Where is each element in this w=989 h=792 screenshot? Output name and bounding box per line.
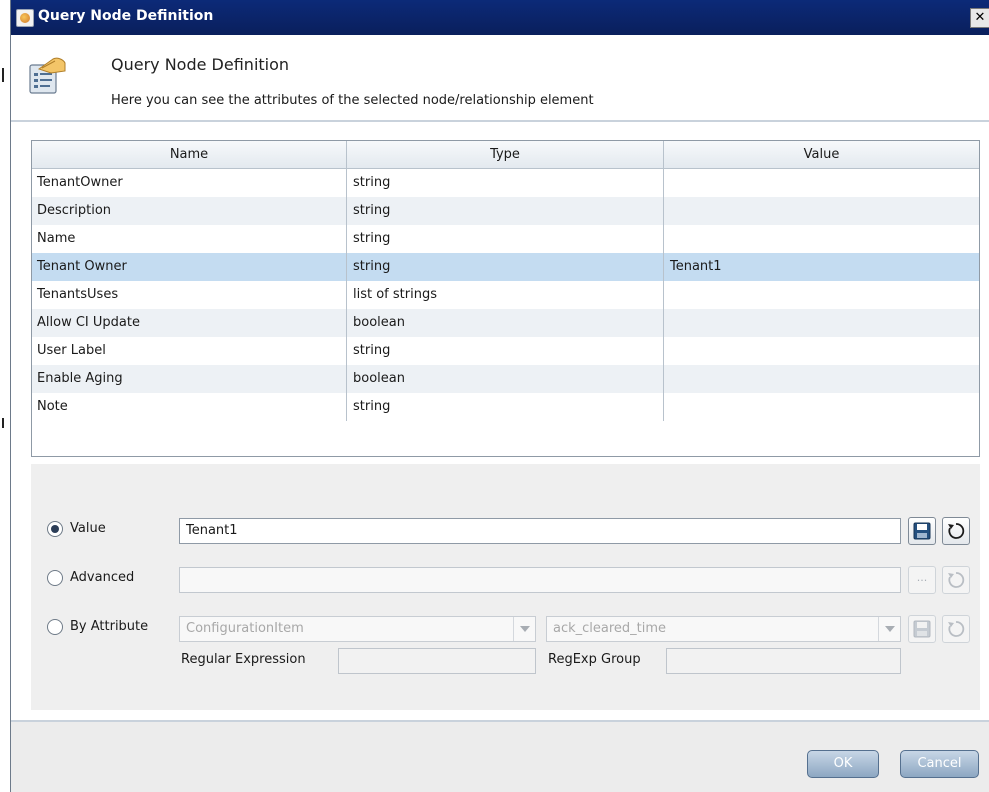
attribute-select[interactable]: ack_cleared_time: [546, 616, 901, 642]
column-header-value[interactable]: Value: [664, 141, 979, 169]
cell-type: string: [347, 225, 664, 253]
cell-type: boolean: [347, 365, 664, 393]
table-row[interactable]: Note string: [32, 393, 979, 421]
header-title: Query Node Definition: [111, 55, 290, 74]
cell-name: Description: [32, 197, 347, 225]
refresh-advanced-button[interactable]: [942, 566, 970, 594]
ok-button[interactable]: OK: [807, 750, 879, 778]
advanced-radio[interactable]: [47, 570, 63, 586]
cell-type: boolean: [347, 309, 664, 337]
table-row-selected[interactable]: Tenant Owner string Tenant1: [32, 253, 979, 281]
dialog-header: Query Node Definition Here you can see t…: [11, 35, 989, 122]
dialog-footer: OK Cancel: [11, 720, 989, 792]
document-hand-icon: [29, 57, 66, 94]
floppy-disk-icon: [913, 522, 931, 540]
refresh-value-button[interactable]: [942, 517, 970, 545]
value-radio[interactable]: [47, 521, 63, 537]
ellipsis-icon: ...: [916, 571, 928, 584]
advanced-radio-label[interactable]: Advanced: [70, 570, 134, 585]
background-mark: [2, 418, 4, 428]
by-attribute-radio[interactable]: [47, 619, 63, 635]
header-subtitle: Here you can see the attributes of the s…: [111, 93, 594, 108]
attribute-selected: ack_cleared_time: [553, 621, 667, 636]
title-bar[interactable]: Query Node Definition ✕: [11, 0, 989, 35]
save-attribute-button[interactable]: [908, 615, 936, 643]
regex-label: Regular Expression: [181, 652, 306, 667]
cell-type: list of strings: [347, 281, 664, 309]
cell-name: Note: [32, 393, 347, 421]
refresh-attribute-button[interactable]: [942, 615, 970, 643]
regexp-group-label: RegExp Group: [548, 652, 641, 667]
chevron-down-icon[interactable]: [513, 617, 535, 641]
refresh-icon: [948, 572, 965, 588]
cell-name: Allow CI Update: [32, 309, 347, 337]
cancel-button[interactable]: Cancel: [900, 750, 979, 778]
cell-value[interactable]: [664, 393, 979, 421]
background-mark: [2, 68, 4, 82]
cell-name: User Label: [32, 337, 347, 365]
java-app-icon: [16, 9, 34, 27]
dialog-window: Query Node Definition ✕ Query Node Defin…: [10, 0, 989, 792]
cell-type: string: [347, 393, 664, 421]
ci-type-selected: ConfigurationItem: [186, 621, 304, 636]
cell-name: Enable Aging: [32, 365, 347, 393]
cell-value[interactable]: [664, 169, 979, 197]
cell-type: string: [347, 253, 664, 281]
table-row[interactable]: Allow CI Update boolean: [32, 309, 979, 337]
by-attribute-radio-label[interactable]: By Attribute: [70, 619, 148, 634]
cell-value[interactable]: [664, 281, 979, 309]
table-row[interactable]: TenantOwner string: [32, 169, 979, 197]
table-row[interactable]: Enable Aging boolean: [32, 365, 979, 393]
chevron-down-icon[interactable]: [878, 617, 900, 641]
value-radio-label[interactable]: Value: [70, 521, 106, 536]
cell-name: TenantsUses: [32, 281, 347, 309]
cell-name: Tenant Owner: [32, 253, 347, 281]
attributes-table: Name Type Value TenantOwner string Descr…: [31, 140, 980, 457]
cell-value[interactable]: [664, 225, 979, 253]
table-rows: TenantOwner string Description string Na…: [32, 169, 979, 421]
ci-type-select[interactable]: ConfigurationItem: [179, 616, 536, 642]
advanced-input[interactable]: [179, 567, 901, 593]
cell-value[interactable]: [664, 197, 979, 225]
table-header: Name Type Value: [32, 141, 979, 169]
column-header-type[interactable]: Type: [347, 141, 664, 169]
cell-value[interactable]: [664, 309, 979, 337]
advanced-browse-button[interactable]: ...: [908, 566, 936, 594]
cell-value[interactable]: Tenant1: [664, 253, 979, 281]
column-header-name[interactable]: Name: [32, 141, 347, 169]
cell-type: string: [347, 197, 664, 225]
value-input[interactable]: Tenant1: [179, 518, 901, 544]
cell-type: string: [347, 337, 664, 365]
regex-input[interactable]: [338, 648, 536, 674]
table-row[interactable]: Description string: [32, 197, 979, 225]
table-row[interactable]: TenantsUses list of strings: [32, 281, 979, 309]
dialog-body: Name Type Value TenantOwner string Descr…: [11, 124, 989, 720]
save-value-button[interactable]: [908, 517, 936, 545]
cell-type: string: [347, 169, 664, 197]
close-button[interactable]: ✕: [970, 8, 989, 28]
cell-value[interactable]: [664, 365, 979, 393]
cell-name: Name: [32, 225, 347, 253]
window-title: Query Node Definition: [38, 8, 214, 24]
table-row[interactable]: Name string: [32, 225, 979, 253]
cell-value[interactable]: [664, 337, 979, 365]
floppy-disk-icon: [913, 620, 931, 638]
background-edge: [0, 0, 10, 792]
refresh-icon: [948, 621, 965, 637]
value-definition-panel: Value Tenant1 Advanced ... By Attribute …: [31, 464, 980, 710]
table-row[interactable]: User Label string: [32, 337, 979, 365]
regexp-group-input[interactable]: [666, 648, 901, 674]
refresh-icon: [948, 523, 965, 539]
cell-name: TenantOwner: [32, 169, 347, 197]
